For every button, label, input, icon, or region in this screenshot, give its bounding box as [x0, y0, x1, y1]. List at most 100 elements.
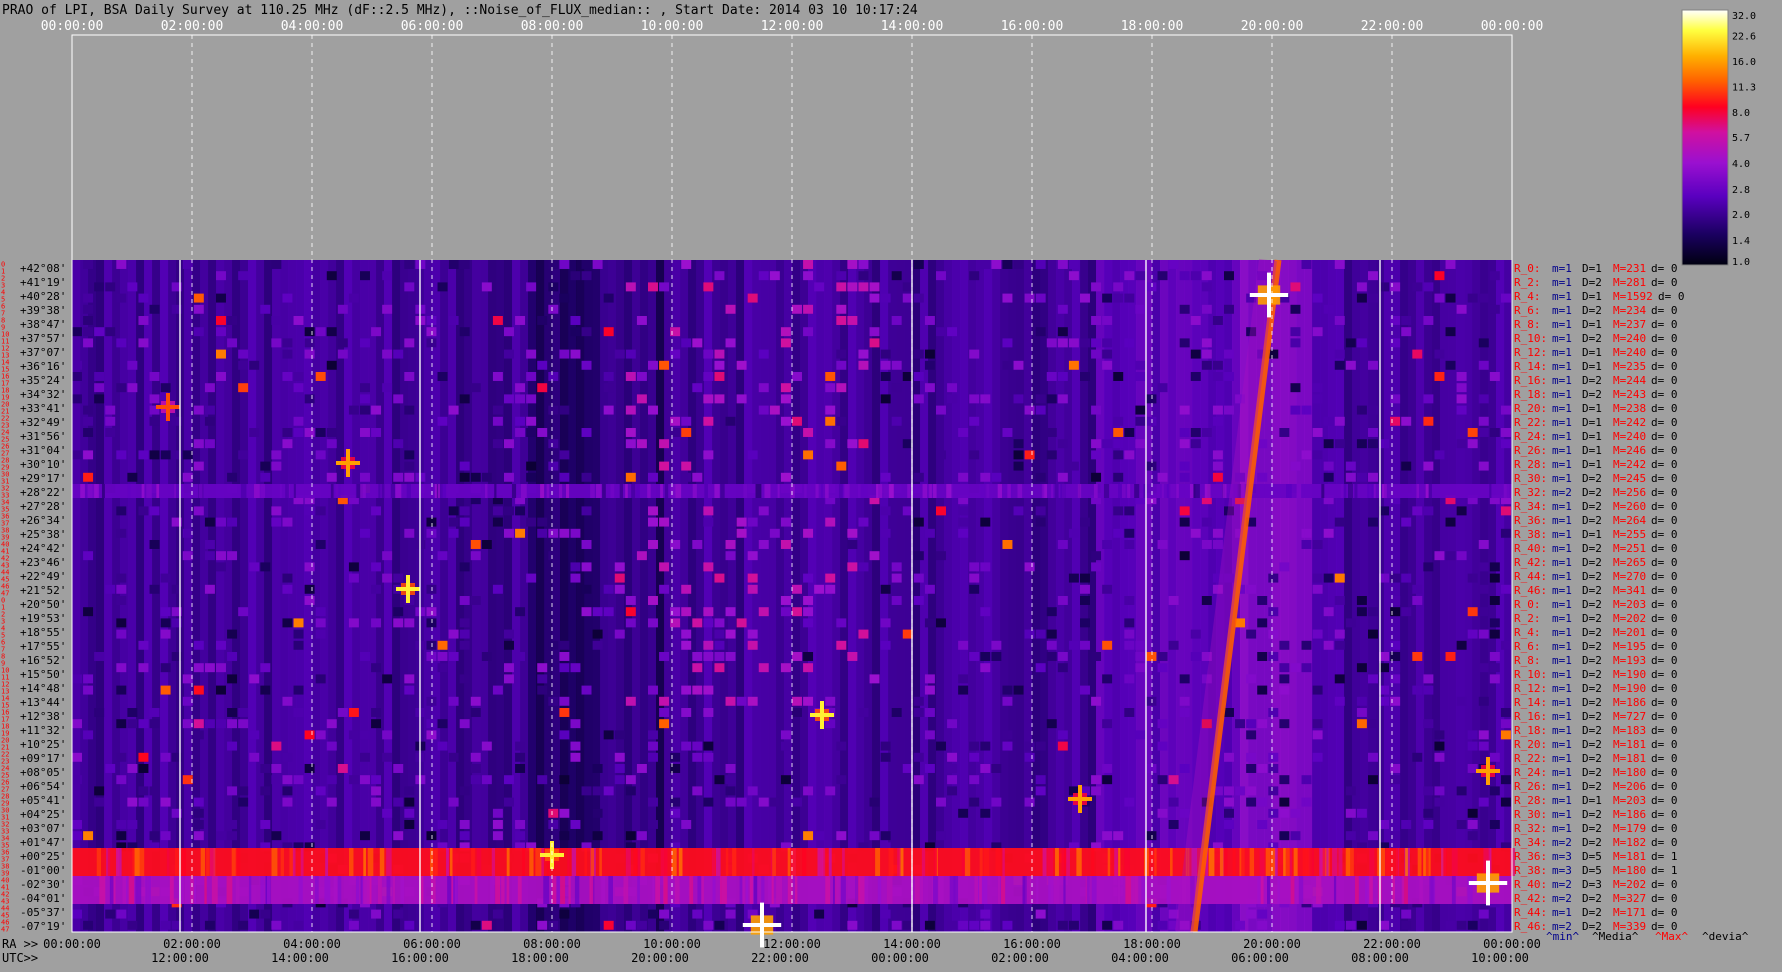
band-streak — [836, 876, 841, 904]
heatmap-cell — [969, 562, 980, 572]
heatmap-cell — [515, 428, 526, 437]
heatmap-cell — [459, 640, 470, 650]
stats-row-id: R_30: — [1514, 472, 1547, 485]
heatmap-cell — [1268, 573, 1279, 583]
point-source-horizontal — [1249, 293, 1289, 297]
ra-tick-label: 00:00:00 — [43, 937, 101, 951]
heatmap-cell — [1035, 506, 1046, 516]
heatmap-cell — [969, 450, 980, 460]
heatmap-cell — [880, 394, 891, 404]
dec-label: +29°17' — [20, 472, 66, 485]
band-streak — [875, 848, 881, 876]
heatmap-cell — [271, 831, 282, 841]
heatmap-cell — [1456, 696, 1467, 706]
stats-row-median: D=2 — [1582, 584, 1602, 597]
heatmap-cell — [1401, 607, 1412, 617]
stats-row-median: D=2 — [1582, 654, 1602, 667]
heatmap-cell — [803, 596, 814, 605]
dec-label: +25°38' — [20, 528, 66, 541]
heatmap-cell — [1290, 304, 1301, 314]
heatmap-cell — [1356, 405, 1367, 415]
stats-row-min: m=1 — [1552, 556, 1572, 569]
heatmap-cell — [1368, 629, 1378, 639]
heatmap-cell — [293, 629, 304, 639]
heatmap-cell — [537, 383, 548, 393]
band-streak — [647, 484, 651, 498]
band-streak — [771, 876, 774, 904]
stats-row-dev: d= 0 — [1651, 654, 1678, 667]
colorbar-tick-label: 5.7 — [1732, 133, 1750, 144]
heatmap-cell — [559, 260, 570, 269]
heatmap-cell — [1124, 618, 1135, 628]
heatmap-cell — [581, 472, 592, 482]
band-streak — [1054, 484, 1059, 498]
heatmap-cell — [404, 372, 415, 381]
band-streak — [623, 876, 629, 904]
band-streak — [1170, 848, 1173, 876]
heatmap-cell — [1500, 293, 1511, 303]
stats-row-dev: d= 0 — [1651, 612, 1678, 625]
heatmap-column — [552, 260, 561, 932]
heatmap-cell — [792, 416, 802, 426]
ra-tick-label: 20:00:00 — [1243, 937, 1301, 951]
heatmap-cell — [282, 338, 293, 348]
dec-label: +30°10' — [20, 458, 66, 471]
heatmap-area — [72, 258, 1516, 948]
heatmap-cell — [681, 607, 692, 617]
heatmap-cell — [747, 629, 758, 639]
heatmap-cell — [1168, 820, 1179, 829]
heatmap-cell — [803, 260, 814, 269]
heatmap-cell — [382, 271, 393, 281]
heatmap-cell — [492, 372, 503, 381]
heatmap-cell — [382, 752, 393, 762]
heatmap-cell — [1445, 293, 1456, 303]
heatmap-cell — [1246, 719, 1257, 729]
heatmap-cell — [1080, 293, 1090, 303]
heatmap-cell — [116, 528, 127, 538]
heatmap-cell — [526, 573, 537, 583]
heatmap-cell — [548, 282, 559, 292]
heatmap-cell — [1068, 360, 1079, 370]
heatmap-cell — [1080, 596, 1090, 605]
band-streak — [1384, 484, 1387, 498]
stats-row-dev: d= 0 — [1651, 626, 1678, 639]
heatmap-cell — [1102, 349, 1113, 359]
heatmap-cell — [204, 416, 215, 426]
heatmap-cell — [193, 439, 204, 449]
heatmap-cell — [659, 461, 670, 471]
heatmap-cell — [116, 618, 127, 628]
heatmap-cell — [1445, 260, 1456, 269]
heatmap-cell — [393, 764, 404, 773]
band-streak — [914, 876, 920, 904]
heatmap-cell — [1190, 439, 1201, 449]
heatmap-cell — [891, 416, 902, 426]
heatmap-cell — [481, 652, 492, 661]
heatmap-cell — [348, 730, 359, 740]
heatmap-cell — [1434, 271, 1445, 281]
heatmap-cell — [869, 293, 880, 303]
heatmap-cell — [581, 540, 592, 549]
heatmap-cell — [825, 517, 836, 527]
stats-row-min: m=1 — [1552, 472, 1572, 485]
band-streak — [1232, 848, 1236, 876]
heatmap-cell — [1201, 282, 1212, 292]
band-streak — [314, 876, 319, 904]
heatmap-cell — [1057, 730, 1068, 740]
heatmap-cell — [249, 562, 260, 572]
dec-label: +39°38' — [20, 304, 66, 317]
heatmap-cell — [714, 663, 725, 673]
band-streak — [1117, 876, 1121, 904]
heatmap-cell — [1146, 282, 1157, 292]
band-streak — [602, 484, 606, 498]
heatmap-cell — [1102, 764, 1113, 773]
heatmap-cell — [570, 349, 581, 359]
stats-row-dev: d= 0 — [1651, 346, 1678, 359]
heatmap-cell — [282, 797, 293, 807]
stats-row-dev: d= 0 — [1651, 794, 1678, 807]
stats-row-dev: d= 0 — [1651, 472, 1678, 485]
band-streak — [888, 484, 894, 498]
band-streak — [1428, 848, 1431, 876]
band-streak — [392, 876, 396, 904]
heatmap-column — [752, 260, 761, 932]
band-streak — [1386, 848, 1391, 876]
